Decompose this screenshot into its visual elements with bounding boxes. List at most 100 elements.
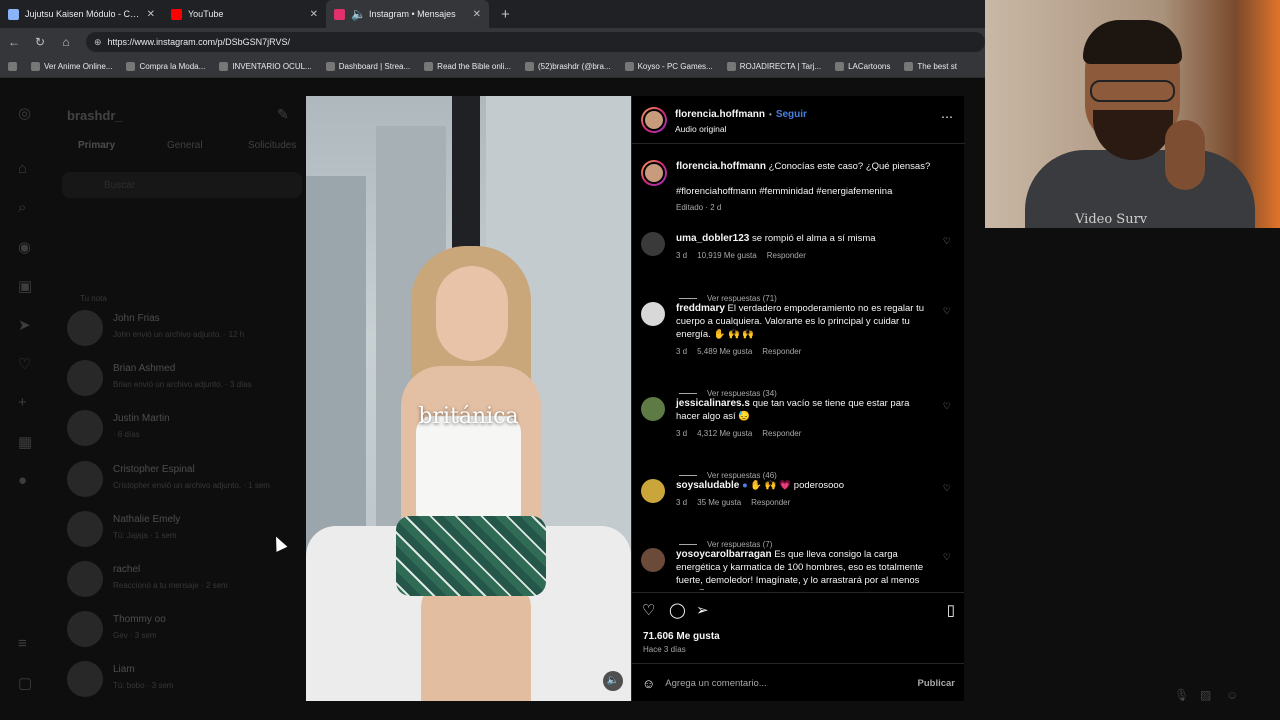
comment-likes[interactable]: 5,489 Me gusta [697,347,752,356]
bookmark-item[interactable]: LACartoons [835,62,890,71]
comment-author[interactable]: jessicalinares.s [676,398,750,409]
notifications-icon[interactable]: ♡ [18,355,31,373]
avatar[interactable] [641,160,667,186]
avatar[interactable] [641,479,665,503]
like-count[interactable]: 71.606 Me gusta [643,631,720,642]
search-icon[interactable]: ⌕ [18,199,26,216]
tab-requests[interactable]: Solicitudes [248,140,296,151]
more-options-icon[interactable]: ⋯ [941,110,953,124]
bookmark-item[interactable]: The best st [904,62,957,71]
bookmark-item[interactable]: ROJADIRECTA | Tarj... [726,62,821,71]
bookmark-item[interactable]: Dashboard | Strea... [325,62,410,71]
share-icon[interactable]: ➢ [696,601,709,619]
bookmark-item[interactable]: (52)brashdr (@bra... [525,62,611,71]
list-item[interactable]: John Frias John envió un archivo adjunto.… [67,310,244,346]
comment-likes[interactable]: 4,312 Me gusta [697,429,752,438]
glasses [1090,80,1175,102]
follow-button[interactable]: Seguir [776,109,807,120]
tab-general[interactable]: General [167,140,203,151]
avatar[interactable] [641,397,665,421]
explore-icon[interactable]: ◉ [18,238,31,256]
compose-icon[interactable]: ✎ [277,106,289,123]
reload-icon[interactable]: ↻ [34,35,46,49]
bookmark-item[interactable]: INVENTARIO OCUL... [219,62,312,71]
bookmark-item[interactable]: Koyso - PC Games... [624,62,713,71]
like-comment-icon[interactable]: ♡ [943,483,951,494]
audio-label[interactable]: Audio original [675,123,727,136]
youtube-icon [171,8,182,20]
search-input[interactable]: Buscar [62,172,302,198]
avatar [67,511,103,547]
like-comment-icon[interactable]: ♡ [943,401,951,412]
save-icon[interactable]: ▯ [947,601,955,619]
close-icon[interactable]: ✕ [473,9,481,20]
caption-author[interactable]: florencia.hoffmann [676,161,766,172]
home-icon[interactable]: ⌂ [18,160,27,177]
emoji-icon[interactable]: ☺ [642,676,655,691]
create-icon[interactable]: + [18,394,27,411]
like-icon[interactable]: ♡ [642,601,655,619]
microphone-icon[interactable]: 🎙 [1174,688,1189,702]
close-icon[interactable]: ✕ [310,9,318,20]
mute-icon[interactable]: 🔈 [603,671,623,691]
list-item[interactable]: Cristopher Espinal Cristopher envió un ar… [67,461,270,497]
list-item[interactable]: Brian Ashmed Brian envió un archivo adjun… [67,360,252,396]
bookmark-menu-icon[interactable] [8,62,17,71]
comment-item: freddmary El verdadero empoderamiento no… [641,302,961,356]
reels-icon[interactable]: ▣ [18,277,32,295]
list-item[interactable]: Nathalie Emely Tú: Jajaja · 1 sem [67,511,180,547]
tab-primary[interactable]: Primary [78,140,115,151]
close-icon[interactable]: ✕ [147,9,155,20]
new-tab-button[interactable]: + [489,6,522,23]
avatar[interactable] [641,302,665,326]
comment-likes[interactable]: 35 Me gusta [697,498,741,507]
instagram-icon [334,8,345,20]
comment-icon[interactable]: ◯ [669,601,686,619]
list-item[interactable]: Justin Martin · 6 días [67,410,170,446]
list-item[interactable]: Thommy oo Gev · 3 sem [67,611,166,647]
site-info-icon[interactable]: ⊕ [94,37,102,48]
profile-icon[interactable]: ● [18,472,27,489]
back-icon[interactable]: ← [8,35,20,49]
like-comment-icon[interactable]: ♡ [943,306,951,317]
speaker-icon[interactable]: 🔈 [351,7,366,21]
post-author[interactable]: florencia.hoffmann [675,109,765,120]
tab-jujutsu[interactable]: Jujutsu Kaisen Módulo - Capítulo ✕ [0,0,163,28]
like-comment-icon[interactable]: ♡ [943,236,951,247]
avatar[interactable] [641,232,665,256]
like-comment-icon[interactable]: ♡ [943,552,951,563]
comment-author[interactable]: freddmary [676,303,725,314]
chat-name: rachel [113,564,141,575]
bookmark-item[interactable]: Ver Anime Online... [31,62,112,71]
comment-author[interactable]: yosoycarolbarragan [676,549,772,560]
reply-button[interactable]: Responder [762,429,801,438]
menu-icon[interactable]: ≡ [18,635,27,652]
comment-author[interactable]: uma_dobler123 [676,233,749,244]
dashboard-icon[interactable]: ▦ [18,433,32,451]
hashtags[interactable]: #florenciahoffmann #femminidad #energiaf… [676,185,931,198]
list-item[interactable]: Liam Tú: bobo · 3 sem [67,661,173,697]
avatar[interactable] [641,107,667,133]
reply-button[interactable]: Responder [767,251,806,260]
reply-button[interactable]: Responder [751,498,790,507]
inbox-username[interactable]: brashdr_ [67,108,123,123]
home-icon[interactable]: ⌂ [60,35,72,49]
instagram-logo-icon[interactable]: ◎ [18,104,31,122]
url-field[interactable]: ⊕ https://www.instagram.com/p/DSbGSN7jRV… [86,32,985,52]
tab-instagram[interactable]: 🔈 Instagram • Mensajes ✕ [326,0,489,28]
comment-likes[interactable]: 10,919 Me gusta [697,251,757,260]
avatar[interactable] [641,548,665,572]
publish-button[interactable]: Publicar [918,678,956,689]
comment-author[interactable]: soysaludable [676,480,739,491]
image-icon[interactable]: ▨ [1200,688,1211,702]
sticker-icon[interactable]: ☺ [1226,688,1238,702]
more-icon[interactable]: ▢ [18,674,32,692]
list-item[interactable]: rachel Reaccionó a tu mensaje · 2 sem [67,561,228,597]
reply-button[interactable]: Responder [762,347,801,356]
bookmark-item[interactable]: Compra la Moda... [126,62,205,71]
post-video[interactable]: británica 🔈 [306,96,631,701]
tab-youtube[interactable]: YouTube ✕ [163,0,326,28]
messages-icon[interactable]: ➤ [18,316,31,334]
comment-input[interactable]: Agrega un comentario... [665,678,907,689]
bookmark-item[interactable]: Read the Bible onli... [424,62,511,71]
